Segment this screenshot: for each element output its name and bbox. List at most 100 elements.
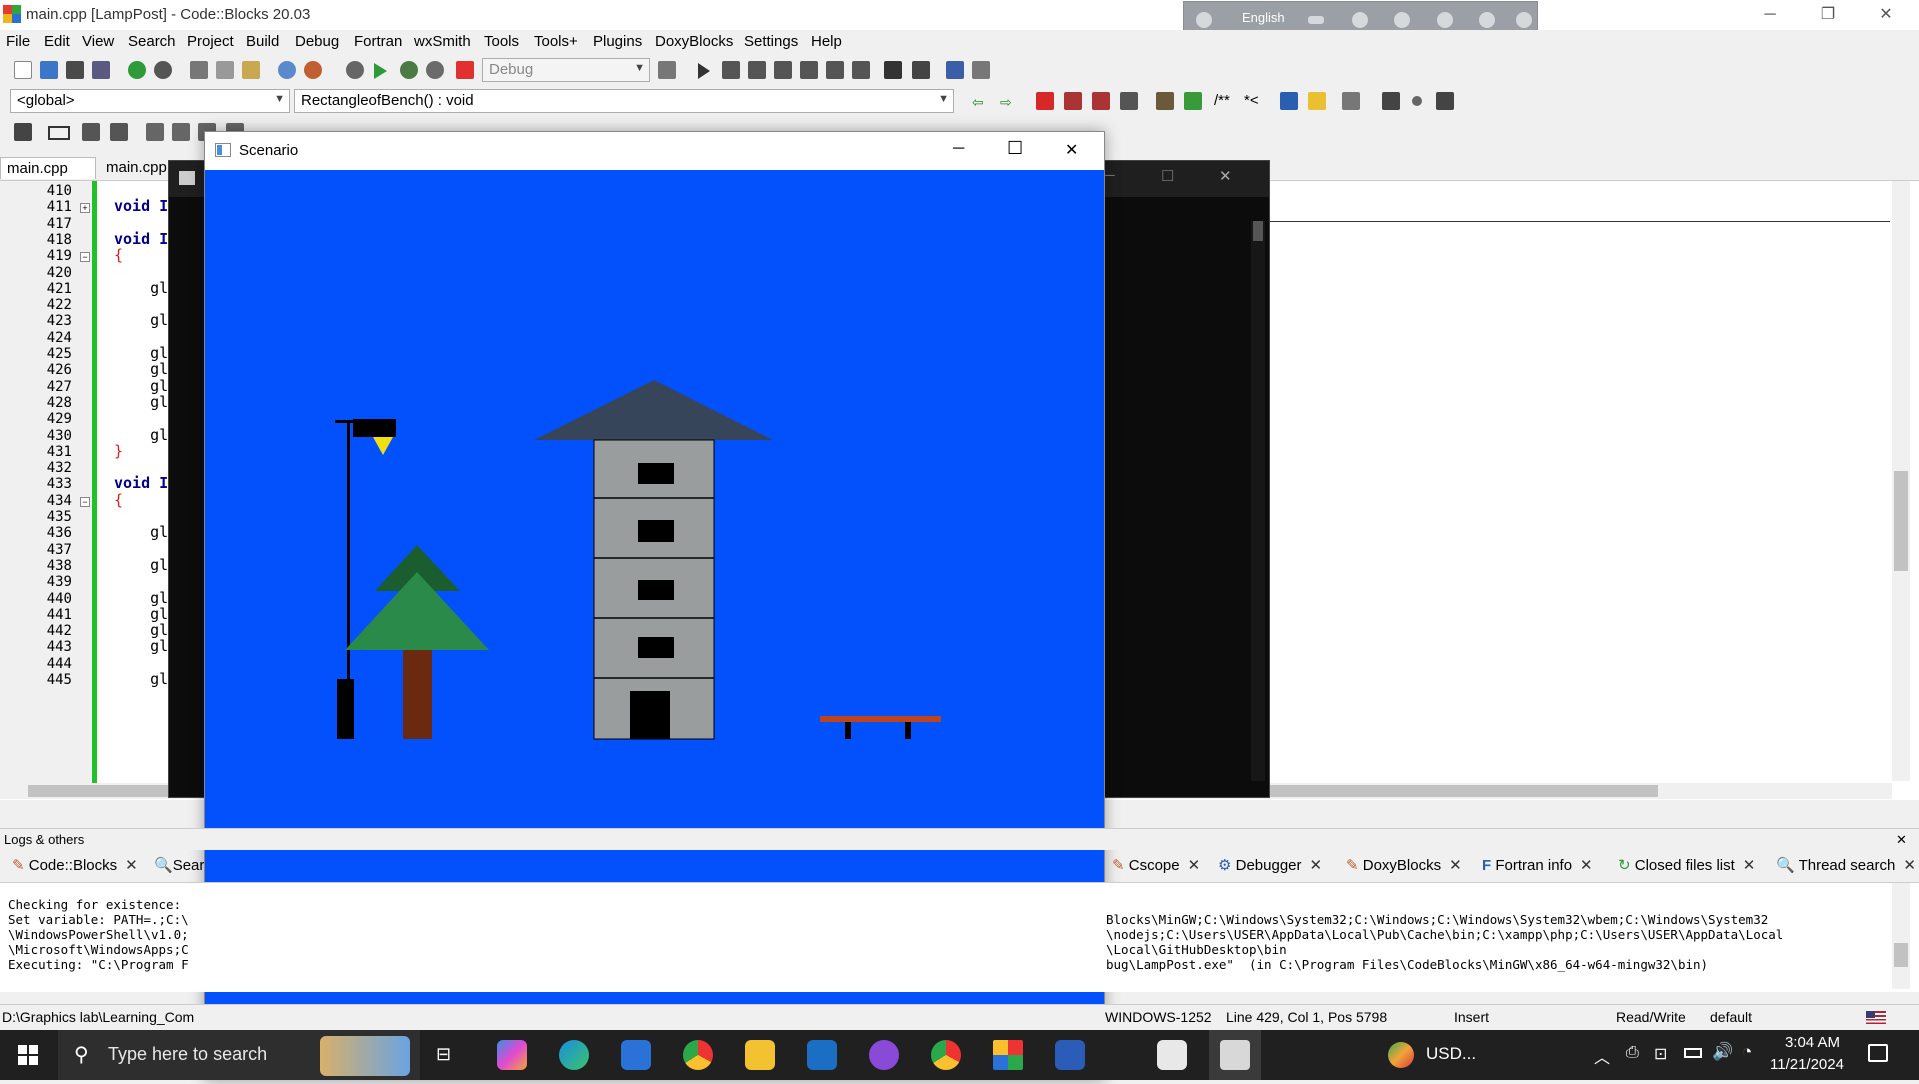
open-icon[interactable]: [40, 61, 58, 79]
scenario-close-button[interactable]: ✕: [1065, 140, 1078, 160]
copy-icon[interactable]: [216, 61, 234, 79]
scope-select[interactable]: <global> ▼: [10, 89, 290, 113]
menu-file[interactable]: File: [6, 33, 30, 50]
tray-app-icon[interactable]: ⊡: [1654, 1044, 1667, 1064]
scrollbar-thumb[interactable]: [1894, 471, 1908, 571]
keyboard-icon[interactable]: [1308, 16, 1324, 24]
camera-icon[interactable]: ⎙: [1626, 1044, 1639, 1062]
run-icon[interactable]: [374, 63, 387, 79]
file-explorer-icon[interactable]: [745, 1040, 775, 1070]
doxy-extract-icon[interactable]: [1184, 92, 1202, 110]
build-gear-icon[interactable]: [346, 61, 364, 79]
logtab-doxyblocks[interactable]: ✎ DoxyBlocks ✕: [1346, 856, 1462, 880]
next-instruction-icon[interactable]: [826, 61, 844, 79]
forward-arrow-icon[interactable]: ⇨: [1000, 94, 1012, 111]
fold-marker-icon[interactable]: −: [80, 496, 90, 507]
menu-wxsmith[interactable]: wxSmith: [414, 33, 471, 50]
outlook-icon[interactable]: [807, 1040, 837, 1070]
logtab-close-icon[interactable]: ✕: [1743, 857, 1756, 874]
break-debugger-icon[interactable]: [884, 61, 902, 79]
stop-debugger-icon[interactable]: [912, 61, 930, 79]
abort-icon[interactable]: [456, 61, 474, 79]
console-maximize-button[interactable]: ☐: [1161, 167, 1174, 185]
menu-doxyblocks[interactable]: DoxyBlocks: [655, 33, 733, 50]
menu-tools[interactable]: Tools: [484, 33, 519, 50]
redo-icon[interactable]: [154, 61, 172, 79]
help-icon[interactable]: [1479, 12, 1495, 28]
tab-main-cpp-active[interactable]: main.cpp ✕: [0, 157, 96, 195]
new-file-icon[interactable]: [14, 61, 32, 79]
ime-icon[interactable]: [1196, 12, 1212, 28]
copilot-icon[interactable]: [497, 1040, 527, 1070]
logtab-fortran-info[interactable]: F Fortran info ✕: [1482, 856, 1593, 880]
rectangle-icon[interactable]: [48, 126, 70, 140]
doxy-run-html-icon[interactable]: [1280, 92, 1298, 110]
scrollbar-thumb[interactable]: [1894, 943, 1908, 967]
build-log[interactable]: Checking for existence: Set variable: PA…: [0, 882, 1919, 992]
debug-windows-icon[interactable]: [946, 61, 964, 79]
pen-icon[interactable]: [1352, 12, 1368, 28]
weather-text[interactable]: USD...: [1426, 1044, 1476, 1064]
doxy-wizard-icon[interactable]: [1156, 92, 1174, 110]
function-select[interactable]: RectangleofBench() : void ▼: [294, 89, 954, 113]
panel-icon[interactable]: [146, 123, 164, 141]
line-comment-button[interactable]: *<: [1244, 92, 1259, 109]
menu-settings[interactable]: Settings: [744, 33, 798, 50]
logs-close-button[interactable]: ✕: [1896, 832, 1907, 848]
logtab-thread-search[interactable]: 🔍 Thread search ✕: [1776, 856, 1916, 880]
chevron-up-icon[interactable]: ︿: [1594, 1044, 1610, 1068]
clock-date[interactable]: 11/21/2024: [1770, 1056, 1844, 1073]
save-icon[interactable]: [66, 61, 84, 79]
logtab-close-icon[interactable]: ✕: [1188, 857, 1201, 874]
checkbox-icon[interactable]: [82, 123, 100, 141]
menu-tools-plus[interactable]: Tools+: [534, 33, 578, 50]
find-icon[interactable]: [278, 61, 296, 79]
undo-icon[interactable]: [128, 61, 146, 79]
console-minimize-button[interactable]: ─: [1104, 167, 1115, 184]
doxy-run-chm-icon[interactable]: [1308, 92, 1326, 110]
jump-back-icon[interactable]: [1382, 92, 1400, 110]
menu-help[interactable]: Help: [811, 33, 842, 50]
save-all-icon[interactable]: [92, 61, 110, 79]
battery-icon[interactable]: [1684, 1048, 1702, 1058]
menu-build[interactable]: Build: [246, 33, 279, 50]
menu-view[interactable]: View: [82, 33, 114, 50]
codeblocks-taskbar-icon[interactable]: [993, 1040, 1023, 1070]
build-target-select[interactable]: Debug ▼: [482, 58, 650, 82]
github-icon[interactable]: [869, 1040, 899, 1070]
jump-clear-icon[interactable]: [1412, 96, 1422, 106]
notifications-icon[interactable]: [1868, 1044, 1888, 1062]
wifi-icon[interactable]: ◔: [1742, 1042, 1752, 1062]
build-run-icon[interactable]: [400, 61, 418, 79]
replace-icon[interactable]: [304, 61, 322, 79]
volume-icon[interactable]: 🔊: [1712, 1042, 1733, 1062]
show-target-icon[interactable]: [658, 61, 676, 79]
logtab-close-icon[interactable]: ✕: [1449, 857, 1462, 874]
console-scrollbar[interactable]: [1251, 221, 1265, 781]
logtab-close-icon[interactable]: ✕: [1580, 857, 1593, 874]
clear-bookmarks-icon[interactable]: [1120, 92, 1138, 110]
logtab-codeblocks[interactable]: ✎ Code::Blocks ✕: [12, 856, 138, 880]
logtab-cscope[interactable]: ✎ Cscope ✕: [1112, 856, 1200, 880]
logtab-search[interactable]: 🔍Sear: [154, 856, 204, 880]
settings-gear-icon[interactable]: [1394, 12, 1410, 28]
debug-continue-icon[interactable]: [698, 63, 710, 79]
menu-plugins[interactable]: Plugins: [593, 33, 642, 50]
menu-project[interactable]: Project: [187, 33, 234, 50]
menu-search[interactable]: Search: [128, 33, 176, 50]
step-out-icon[interactable]: [800, 61, 818, 79]
clock-time[interactable]: 3:04 AM: [1780, 1034, 1840, 1051]
chrome-icon[interactable]: [683, 1040, 713, 1070]
chrome-icon[interactable]: [931, 1040, 961, 1070]
console-taskbar-item[interactable]: [1209, 1030, 1261, 1080]
wrench-icon[interactable]: [1342, 92, 1360, 110]
edge-icon[interactable]: [559, 1040, 589, 1070]
step-into-icon[interactable]: [774, 61, 792, 79]
rebuild-icon[interactable]: [426, 61, 444, 79]
weather-icon[interactable]: [1388, 1042, 1414, 1068]
info-icon[interactable]: [1516, 12, 1532, 28]
sizer-icon[interactable]: [172, 123, 190, 141]
menu-debug[interactable]: Debug: [295, 33, 339, 50]
jump-forward-icon[interactable]: [1436, 92, 1454, 110]
debug-info-icon[interactable]: [972, 61, 990, 79]
